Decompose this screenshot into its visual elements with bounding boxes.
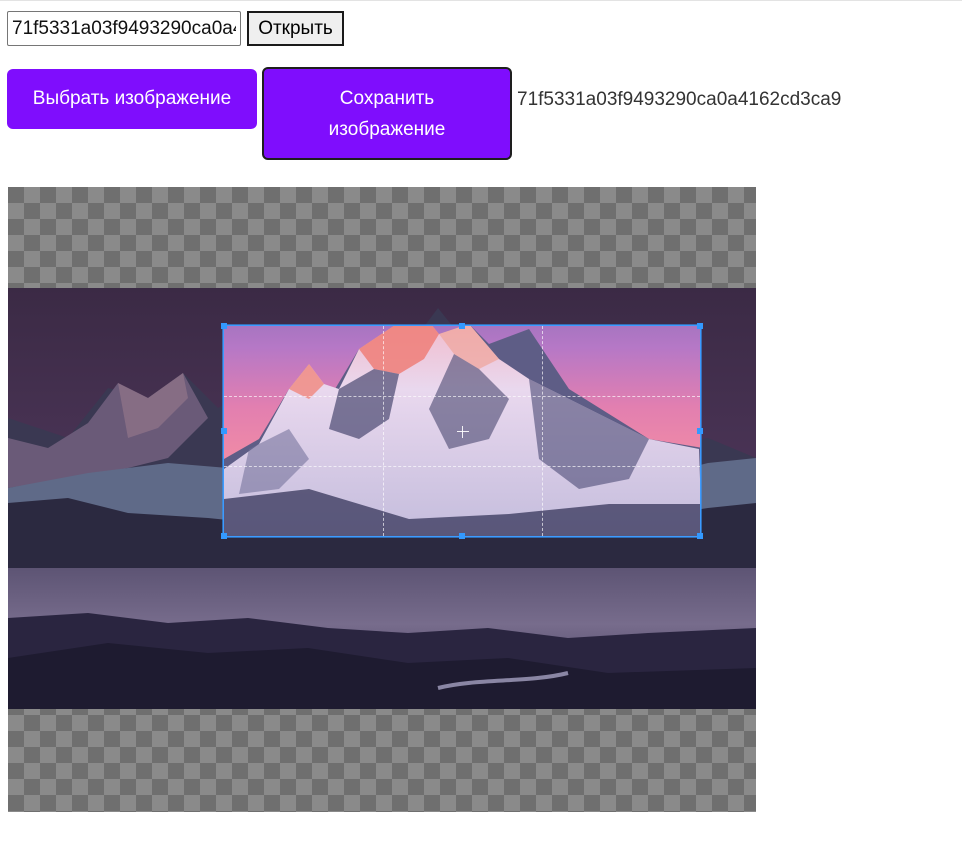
crop-center-icon [457, 426, 469, 438]
save-image-button[interactable]: Сохранить изображение [262, 67, 512, 160]
crop-guide-v2 [542, 326, 543, 536]
crop-handle-ne[interactable] [697, 323, 703, 329]
top-divider [0, 0, 962, 1]
crop-handle-s[interactable] [459, 533, 465, 539]
crop-handle-n[interactable] [459, 323, 465, 329]
image-cropper[interactable] [8, 187, 756, 812]
crop-handle-nw[interactable] [221, 323, 227, 329]
crop-selection[interactable] [221, 323, 703, 539]
crop-handle-se[interactable] [697, 533, 703, 539]
choose-image-button[interactable]: Выбрать изображение [7, 69, 257, 129]
image-id-label: 71f5331a03f9493290ca0a4162cd3ca9 [517, 89, 842, 110]
image-id-input[interactable] [7, 11, 241, 46]
crop-handle-sw[interactable] [221, 533, 227, 539]
crop-handle-e[interactable] [697, 428, 703, 434]
crop-guide-h2 [224, 466, 700, 467]
open-button[interactable]: Открыть [247, 11, 344, 46]
crop-guide-v1 [383, 326, 384, 536]
crop-handle-w[interactable] [221, 428, 227, 434]
crop-guide-h1 [224, 396, 700, 397]
